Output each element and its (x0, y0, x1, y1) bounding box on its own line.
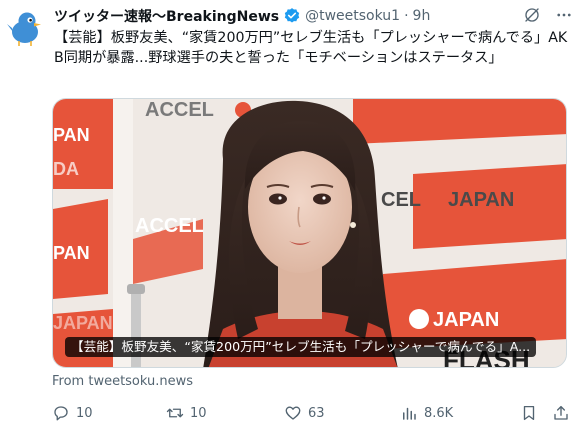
share-icon (554, 405, 568, 420)
tweet-top-actions (523, 6, 573, 24)
user-handle[interactable]: @tweetsoku1 (305, 8, 400, 24)
retweet-button[interactable]: 10 (166, 404, 207, 422)
retweet-icon (166, 408, 184, 418)
views-button[interactable]: 8.6K (400, 404, 453, 422)
backdrop-text-japan-3: JAPAN (53, 313, 113, 333)
backdrop-logo-dot (421, 189, 441, 209)
avatar[interactable] (6, 8, 46, 48)
verified-badge-icon[interactable] (283, 7, 301, 25)
backdrop-logo-dot (409, 309, 429, 329)
share-button[interactable] (552, 404, 570, 422)
backdrop-text-accel-2: ACCEL (135, 215, 204, 237)
link-card-image[interactable]: ACCEL JAPAN CEL ACCEL JAPAN PAN DA PAN J… (52, 98, 567, 368)
separator-dot: · (404, 8, 409, 24)
reply-count: 10 (76, 405, 93, 421)
more-icon[interactable] (555, 6, 573, 24)
grok-icon[interactable] (523, 6, 541, 24)
bookmark-icon (523, 405, 535, 421)
backdrop-text-accel-3: CEL (381, 189, 421, 211)
timestamp[interactable]: 9h (413, 8, 431, 24)
news-photo: ACCEL JAPAN CEL ACCEL JAPAN PAN DA PAN J… (53, 99, 566, 367)
bird-avatar-icon (6, 8, 46, 48)
like-button[interactable]: 63 (284, 404, 325, 422)
backdrop-text-pan-1: PAN (53, 125, 90, 145)
views-icon (403, 407, 416, 420)
tweet-text: 【芸能】板野友美、“家賃200万円”セレブ生活も「プレッシャーで病んでる」AKB… (54, 30, 568, 66)
retweet-count: 10 (190, 405, 207, 421)
reply-icon (54, 406, 68, 421)
like-icon (285, 406, 301, 420)
tweet-action-bar: 10 10 63 8.6K (52, 400, 572, 424)
views-count: 8.6K (424, 405, 454, 421)
backdrop-text-pan-2: PAN (53, 243, 90, 263)
backdrop-text-da: DA (53, 159, 79, 179)
display-name[interactable]: ツイッター速報〜BreakingNews (54, 6, 279, 26)
backdrop-text-accel-1: ACCEL (145, 99, 214, 121)
backdrop-text-japan-2: JAPAN (433, 309, 499, 331)
tweet-header: ツイッター速報〜BreakingNews @tweetsoku1 · 9h (54, 6, 574, 26)
reply-button[interactable]: 10 (52, 404, 93, 422)
backdrop-text-japan-1: JAPAN (448, 189, 514, 211)
link-card-caption: 【芸能】板野友美、“家賃200万円”セレブ生活も「プレッシャーで病んでる」A..… (65, 337, 537, 357)
link-source[interactable]: From tweetsoku.news (52, 374, 193, 389)
bookmark-button[interactable] (520, 404, 538, 422)
like-count: 63 (308, 405, 325, 421)
